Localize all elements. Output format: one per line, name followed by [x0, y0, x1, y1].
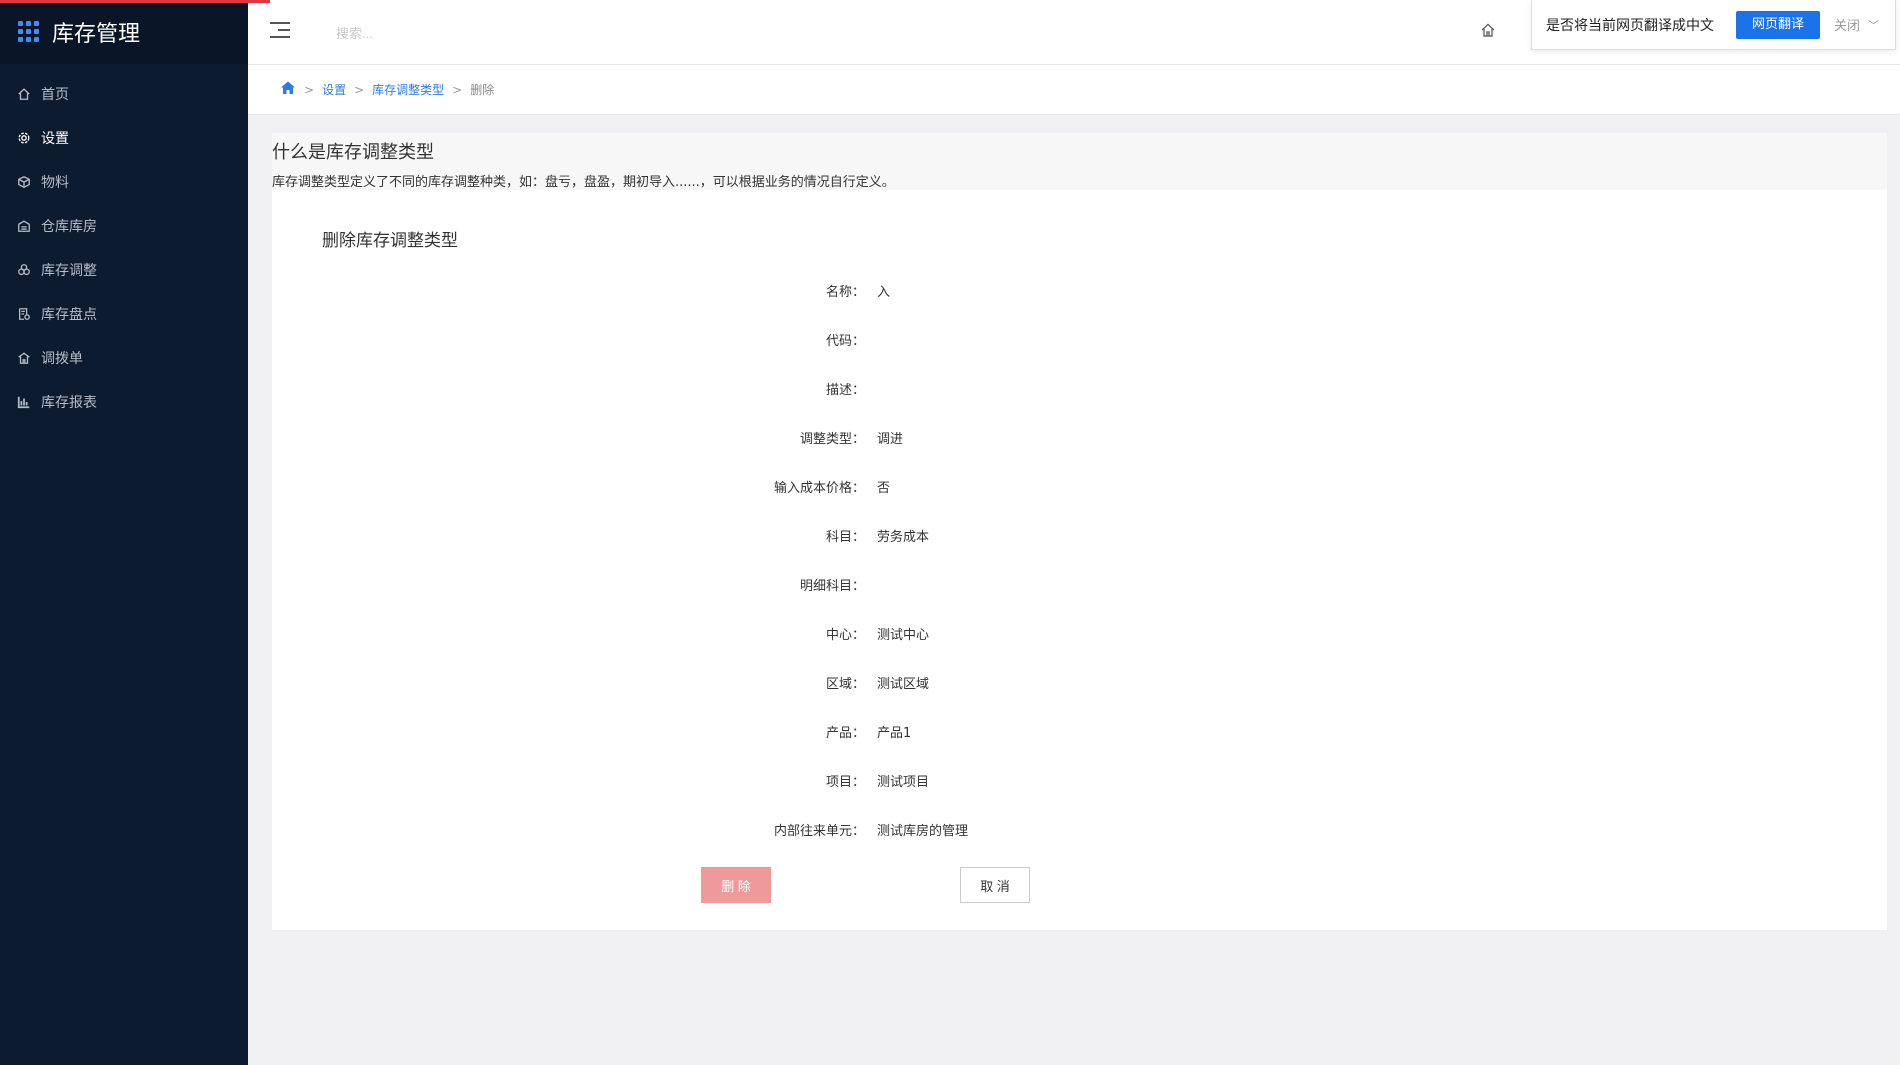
sidebar-item-label: 调拨单 [41, 351, 83, 367]
detail-row-project: 项目： 测试项目 [272, 756, 1887, 805]
detail-row-cost-price: 输入成本价格： 否 [272, 462, 1887, 511]
sidebar-item-stock-check[interactable]: 库存盘点 [0, 292, 248, 336]
gear-icon [16, 130, 32, 146]
breadcrumb-separator: > [354, 82, 365, 97]
sidebar-item-label: 物料 [41, 175, 69, 191]
translate-question: 是否将当前网页翻译成中文 [1546, 17, 1714, 34]
detail-row-region: 区域： 测试区域 [272, 658, 1887, 707]
search-input[interactable] [336, 20, 636, 46]
sidebar-item-label: 库存报表 [41, 395, 97, 411]
field-value: 测试区域 [877, 677, 930, 692]
detail-row-code: 代码： [272, 315, 1887, 364]
sidebar: 库存管理 首页 设置 物料 仓库库房 库存调整 库存盘点 调拨单 库存报表 [0, 0, 270, 1065]
translate-prompt: 是否将当前网页翻译成中文 网页翻译 关闭 ﹀ [1531, 0, 1896, 50]
field-value: 劳务成本 [877, 530, 930, 545]
detail-row-name: 名称： 入 [272, 266, 1887, 315]
field-label: 内部往来单元： [773, 824, 865, 839]
delete-form-card: 删除库存调整类型 名称： 入 代码： 描述： 调整类型： 调进 输入成本价格： 否 科… [272, 190, 1887, 930]
sidebar-item-transfer[interactable]: 调拨单 [0, 336, 248, 380]
intro-description: 库存调整类型定义了不同的库存调整种类，如：盘亏，盘盈，期初导入......，可以… [272, 175, 895, 190]
chevron-down-icon[interactable]: ﹀ [1868, 17, 1879, 33]
detail-row-center: 中心： 测试中心 [272, 609, 1887, 658]
field-label: 科目： [825, 530, 865, 545]
field-value: 入 [877, 285, 891, 300]
sidebar-item-report[interactable]: 库存报表 [0, 380, 248, 424]
app-title: 库存管理 [52, 22, 141, 47]
sidebar-item-label: 库存调整 [41, 263, 97, 279]
intro-title: 什么是库存调整类型 [272, 142, 434, 163]
form-title: 删除库存调整类型 [322, 231, 458, 251]
app-brand[interactable]: 库存管理 [0, 0, 248, 64]
field-label: 描述： [825, 383, 865, 398]
field-label: 项目： [825, 775, 865, 790]
field-label: 区域： [825, 677, 865, 692]
breadcrumb: > 设置 > 库存调整类型 > 删除 [248, 65, 1900, 115]
sidebar-item-warehouse[interactable]: 仓库库房 [0, 204, 248, 248]
home-icon[interactable] [280, 80, 296, 99]
breadcrumb-current: 删除 [470, 83, 495, 97]
field-label: 调整类型： [799, 432, 865, 447]
field-value: 测试中心 [877, 628, 930, 643]
field-value: 测试库房的管理 [877, 824, 969, 839]
field-label: 明细科目： [799, 579, 865, 594]
cancel-button[interactable]: 取 消 [960, 867, 1030, 903]
field-label: 产品： [825, 726, 865, 741]
field-label: 输入成本价格： [773, 481, 865, 496]
field-value: 产品1 [877, 726, 912, 741]
breadcrumb-link-adjust-type[interactable]: 库存调整类型 [372, 81, 444, 98]
sidebar-item-settings[interactable]: 设置 [0, 116, 248, 160]
breadcrumb-separator: > [304, 82, 315, 97]
field-value: 测试项目 [877, 775, 930, 790]
home-icon[interactable] [1480, 22, 1498, 40]
inventory-check-icon [16, 306, 32, 322]
detail-row-product: 产品： 产品1 [272, 707, 1887, 756]
adjust-icon [16, 262, 32, 278]
sidebar-item-label: 仓库库房 [41, 219, 97, 235]
delete-button[interactable]: 删 除 [701, 867, 771, 903]
sidebar-nav: 首页 设置 物料 仓库库房 库存调整 库存盘点 调拨单 库存报表 [0, 72, 248, 424]
intro-panel: 什么是库存调整类型 库存调整类型定义了不同的库存调整种类，如：盘亏，盘盈，期初导… [272, 133, 1887, 190]
breadcrumb-separator: > [452, 82, 463, 97]
sidebar-item-label: 库存盘点 [41, 307, 97, 323]
sidebar-item-label: 首页 [41, 87, 69, 103]
home-icon [16, 86, 32, 102]
detail-row-sub-account: 明细科目： [272, 560, 1887, 609]
sidebar-item-materials[interactable]: 物料 [0, 160, 248, 204]
translate-button[interactable]: 网页翻译 [1736, 10, 1821, 39]
transfer-icon [16, 350, 32, 366]
field-label: 名称： [825, 285, 865, 300]
sidebar-item-stock-adjust[interactable]: 库存调整 [0, 248, 248, 292]
field-value: 调进 [877, 432, 904, 447]
sidebar-item-home[interactable]: 首页 [0, 72, 248, 116]
menu-toggle-icon[interactable] [270, 22, 290, 40]
top-accent-bar [0, 0, 270, 3]
field-label: 中心： [825, 628, 865, 643]
field-value: 否 [877, 481, 891, 496]
box-icon [16, 174, 32, 190]
warehouse-icon [16, 218, 32, 234]
breadcrumb-link-settings[interactable]: 设置 [322, 81, 346, 98]
detail-list: 名称： 入 代码： 描述： 调整类型： 调进 输入成本价格： 否 科目： 劳务成本 明细… [272, 266, 1887, 854]
sidebar-item-label: 设置 [41, 131, 69, 147]
detail-row-adjust-type: 调整类型： 调进 [272, 413, 1887, 462]
bar-chart-icon [16, 394, 32, 410]
translate-close-button[interactable]: 关闭 [1834, 15, 1860, 34]
apps-grid-icon [18, 21, 40, 43]
detail-row-description: 描述： [272, 364, 1887, 413]
field-label: 代码： [825, 334, 865, 349]
detail-row-account: 科目： 劳务成本 [272, 511, 1887, 560]
detail-row-internal-unit: 内部往来单元： 测试库房的管理 [272, 805, 1887, 854]
